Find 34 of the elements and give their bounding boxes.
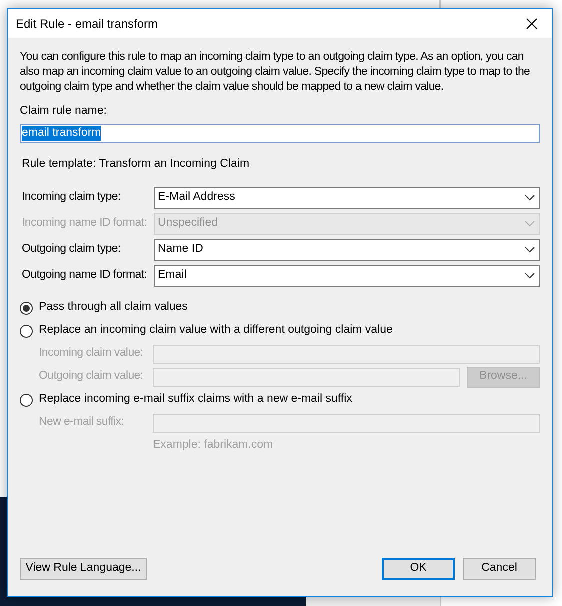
selected-text: email transform xyxy=(22,126,102,142)
radio-label: Replace an incoming claim value with a different outgoing claim value xyxy=(39,323,393,338)
chevron-down-icon xyxy=(525,272,535,278)
chevron-down-icon xyxy=(525,246,535,252)
field-label: Outgoing name ID format: xyxy=(22,268,148,283)
radio-button[interactable] xyxy=(20,324,33,338)
cancel-button[interactable]: Cancel xyxy=(463,558,536,580)
ok-button[interactable]: OK xyxy=(382,558,455,580)
chevron-down-icon xyxy=(525,194,535,200)
view-rule-language-button[interactable]: View Rule Language... xyxy=(20,558,147,580)
close-icon xyxy=(526,18,538,30)
field-label: New e-mail suffix: xyxy=(39,415,126,430)
radio-label: Pass through all claim values xyxy=(39,300,188,316)
field-label: Claim rule name: xyxy=(20,104,108,119)
field-label: Incoming claim type: xyxy=(22,190,122,205)
field-label: Incoming claim value: xyxy=(39,346,144,362)
rule-template-text: Rule template: Transform an Incoming Claim xyxy=(22,157,251,172)
radio-button[interactable] xyxy=(20,302,33,314)
field-label: Incoming name ID format: xyxy=(22,216,148,231)
field-label: Outgoing claim value: xyxy=(39,369,144,384)
input-field[interactable] xyxy=(153,368,460,386)
input-field[interactable] xyxy=(153,414,540,432)
description-text: You can configure this rule to map an incoming claim type to an outgoing claim type. As an option, you can also map an incoming claim value to an outgoing claim value. Specify the incoming claim type to map to the outgoing claim type and whether the claim value should be mapped to a new claim value. xyxy=(20,50,532,95)
rule-name-field[interactable]: email transform xyxy=(20,124,540,144)
chevron-down-icon xyxy=(525,220,535,226)
radio-label: Replace incoming e-mail suffix claims with a new e-mail suffix xyxy=(39,392,352,408)
field-label: Outgoing claim type: xyxy=(22,242,122,257)
input-field[interactable] xyxy=(153,344,540,364)
dropdown[interactable]: Name ID xyxy=(154,238,540,260)
dropdown[interactable]: Email xyxy=(154,264,540,286)
hint-text: Example: fabrikam.com xyxy=(153,438,274,452)
radio-button[interactable] xyxy=(20,394,33,406)
window-title: Edit Rule - email transform xyxy=(16,16,158,32)
dropdown[interactable]: E-Mail Address xyxy=(154,186,540,208)
